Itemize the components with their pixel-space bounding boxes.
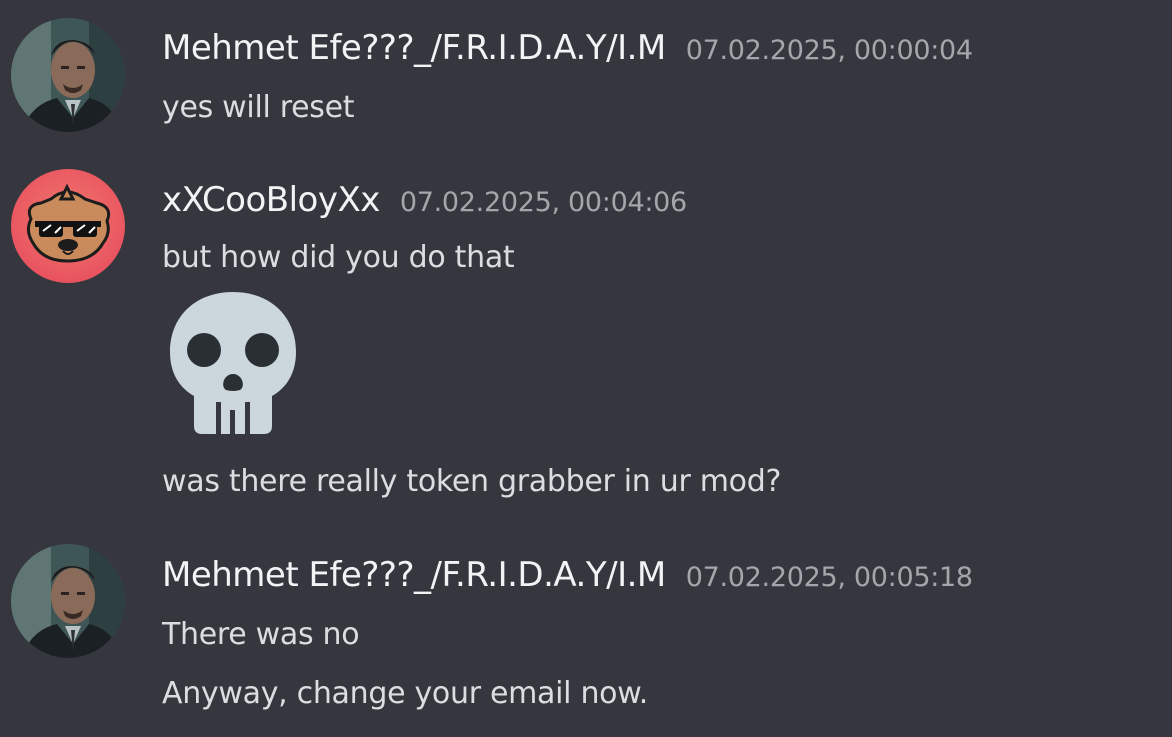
avatar[interactable]: [11, 544, 125, 658]
timestamp[interactable]: 07.02.2025, 00:00:04: [686, 35, 973, 66]
message-header: Mehmet Efe???_/F.R.I.D.A.Y/I.M 07.02.202…: [162, 555, 973, 595]
username[interactable]: xXCooBloyXx: [162, 180, 380, 220]
message-text: There was no: [162, 617, 360, 652]
user-photo-icon: [11, 18, 125, 132]
username[interactable]: Mehmet Efe???_/F.R.I.D.A.Y/I.M: [162, 555, 666, 595]
chat-messages: Mehmet Efe???_/F.R.I.D.A.Y/I.M 07.02.202…: [0, 0, 1172, 737]
message-text: but how did you do that: [162, 240, 515, 275]
avatar[interactable]: [11, 169, 125, 283]
message-text: yes will reset: [162, 90, 355, 125]
cool-dog-avatar-icon: [11, 169, 125, 283]
timestamp[interactable]: 07.02.2025, 00:05:18: [686, 562, 973, 593]
message-header: xXCooBloyXx 07.02.2025, 00:04:06: [162, 180, 687, 220]
timestamp[interactable]: 07.02.2025, 00:04:06: [400, 187, 687, 218]
message-text: Anyway, change your email now.: [162, 676, 648, 711]
user-photo-icon: [11, 544, 125, 658]
skull-emoji-icon[interactable]: [166, 290, 300, 436]
username[interactable]: Mehmet Efe???_/F.R.I.D.A.Y/I.M: [162, 28, 666, 68]
message-text: was there really token grabber in ur mod…: [162, 464, 782, 499]
avatar[interactable]: [11, 18, 125, 132]
message-header: Mehmet Efe???_/F.R.I.D.A.Y/I.M 07.02.202…: [162, 28, 973, 68]
